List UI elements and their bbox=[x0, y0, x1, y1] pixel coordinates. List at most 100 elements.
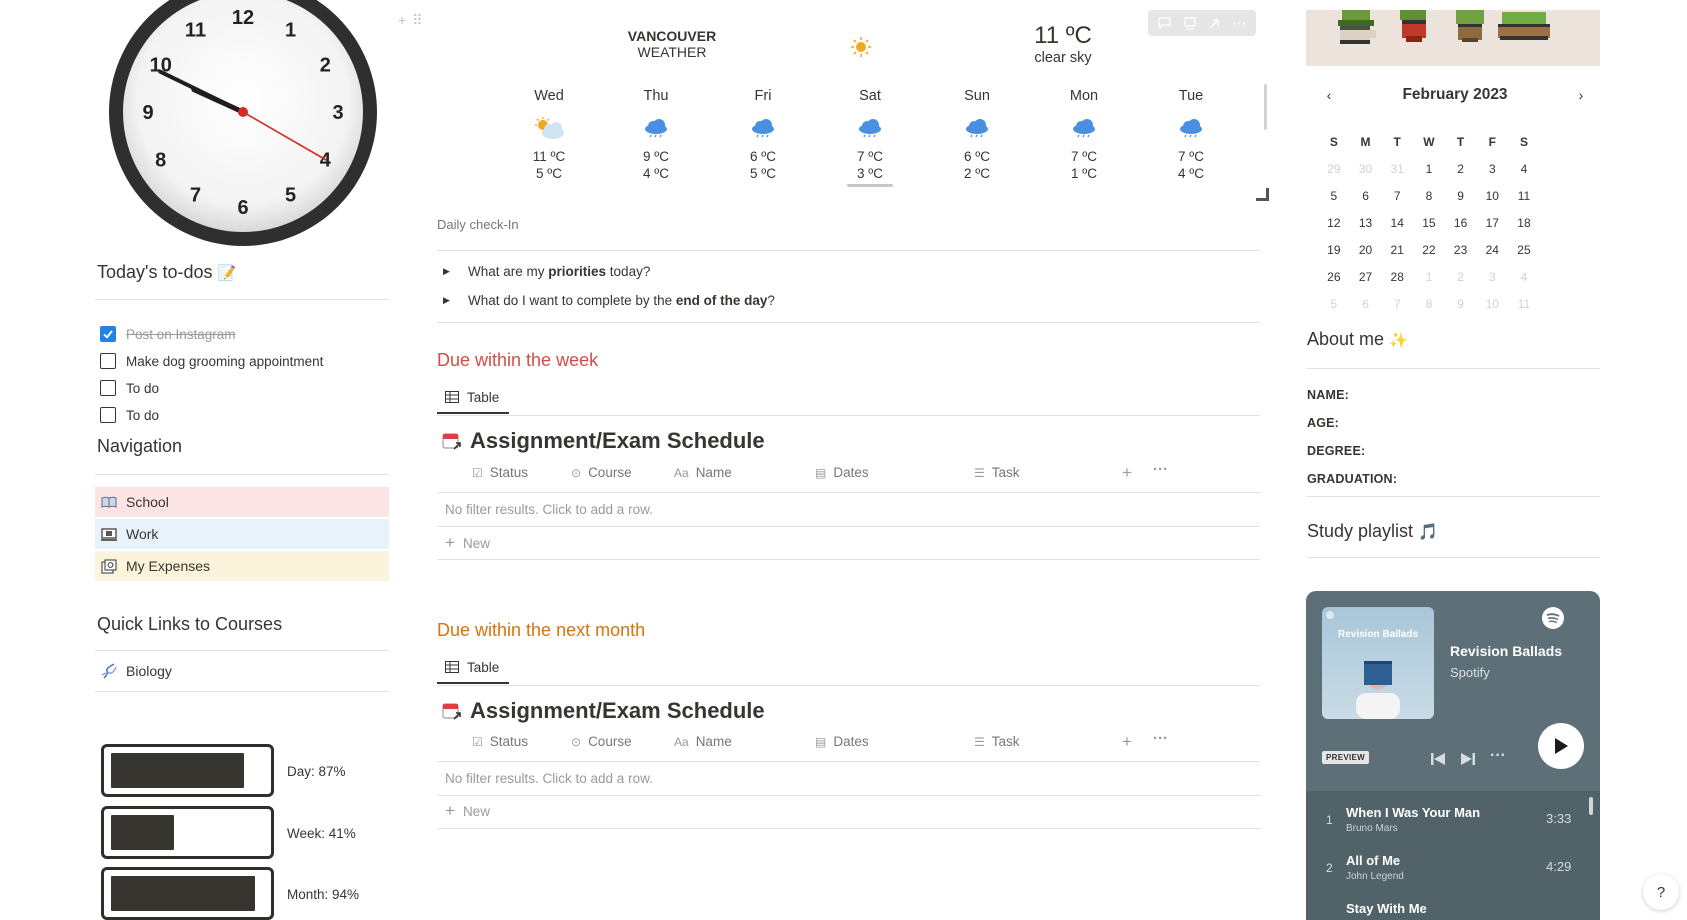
calendar-day[interactable]: 2 bbox=[1445, 270, 1477, 297]
column-dates[interactable]: ▤ Dates bbox=[815, 734, 869, 749]
calendar-day[interactable]: 10 bbox=[1476, 189, 1508, 216]
column-task[interactable]: ☰ Task bbox=[974, 465, 1020, 480]
calendar-day[interactable]: 24 bbox=[1476, 243, 1508, 270]
calendar-day[interactable]: 26 bbox=[1318, 270, 1350, 297]
playlist-name[interactable]: Revision Ballads bbox=[1450, 643, 1562, 659]
calendar-day[interactable]: 1 bbox=[1413, 270, 1445, 297]
more-icon[interactable]: ··· bbox=[1490, 747, 1506, 765]
calendar-day[interactable]: 9 bbox=[1445, 189, 1477, 216]
calendar-day[interactable]: 23 bbox=[1445, 243, 1477, 270]
todo-item[interactable]: To do bbox=[100, 377, 159, 399]
spotify-logo-icon[interactable] bbox=[1542, 607, 1564, 629]
calendar-day[interactable]: 6 bbox=[1350, 297, 1382, 324]
calendar-day[interactable]: 21 bbox=[1381, 243, 1413, 270]
widget-scrollbar[interactable] bbox=[1264, 84, 1267, 130]
empty-results-message[interactable]: No filter results. Click to add a row. bbox=[445, 502, 653, 517]
column-name[interactable]: Aa Name bbox=[674, 734, 732, 749]
todo-item[interactable]: To do bbox=[100, 404, 159, 426]
track-row[interactable]: 1 When I Was Your Man Bruno Mars 3:33 bbox=[1306, 797, 1600, 841]
calendar-day[interactable]: 12 bbox=[1318, 216, 1350, 243]
quick-link-biology[interactable]: Biology bbox=[95, 656, 389, 686]
calendar-day[interactable]: 13 bbox=[1350, 216, 1382, 243]
calendar-day[interactable]: 8 bbox=[1413, 189, 1445, 216]
album-art[interactable]: Revision Ballads bbox=[1322, 607, 1434, 719]
todo-item[interactable]: Post on Instagram bbox=[100, 323, 236, 345]
calendar-day[interactable]: 16 bbox=[1445, 216, 1477, 243]
toggle-arrow-icon[interactable]: ▶ bbox=[443, 295, 455, 306]
calendar-day[interactable]: 5 bbox=[1318, 297, 1350, 324]
calendar-day[interactable]: 3 bbox=[1476, 270, 1508, 297]
help-button[interactable]: ? bbox=[1643, 874, 1679, 910]
calendar-day[interactable]: 22 bbox=[1413, 243, 1445, 270]
drag-handle-icon[interactable]: ⠿ bbox=[412, 12, 422, 29]
checkbox[interactable] bbox=[100, 353, 116, 369]
tab-table[interactable]: Table bbox=[437, 652, 509, 684]
toggle-arrow-icon[interactable]: ▶ bbox=[443, 266, 455, 277]
todo-item[interactable]: Make dog grooming appointment bbox=[100, 350, 323, 372]
toggle-priorities[interactable]: ▶ What are my priorities today? bbox=[443, 264, 650, 279]
block-handle[interactable]: + ⠿ bbox=[398, 12, 422, 29]
add-block-icon[interactable]: + bbox=[398, 12, 406, 29]
calendar-day[interactable]: 7 bbox=[1381, 297, 1413, 324]
column-task[interactable]: ☰ Task bbox=[974, 734, 1020, 749]
column-course[interactable]: ⊙ Course bbox=[571, 734, 632, 749]
new-row-button[interactable]: + New bbox=[445, 801, 490, 821]
track-row[interactable]: Stay With Me bbox=[1306, 893, 1600, 920]
calendar-day[interactable]: 4 bbox=[1508, 162, 1540, 189]
calendar-day[interactable]: 14 bbox=[1381, 216, 1413, 243]
calendar-day[interactable]: 9 bbox=[1445, 297, 1477, 324]
calendar-day[interactable]: 25 bbox=[1508, 243, 1540, 270]
checkbox[interactable] bbox=[100, 380, 116, 396]
calendar-day[interactable]: 11 bbox=[1508, 189, 1540, 216]
column-name[interactable]: Aa Name bbox=[674, 465, 732, 480]
calendar-day[interactable]: 29 bbox=[1318, 162, 1350, 189]
previous-track-icon[interactable] bbox=[1431, 752, 1445, 768]
add-column-icon[interactable]: + bbox=[1122, 732, 1132, 752]
calendar-day[interactable]: 20 bbox=[1350, 243, 1382, 270]
calendar-day[interactable]: 18 bbox=[1508, 216, 1540, 243]
calendar-day[interactable]: 10 bbox=[1476, 297, 1508, 324]
tab-table[interactable]: Table bbox=[437, 382, 509, 414]
calendar-day[interactable]: 30 bbox=[1350, 162, 1382, 189]
next-track-icon[interactable] bbox=[1461, 752, 1475, 768]
calendar-day[interactable]: 4 bbox=[1508, 270, 1540, 297]
column-dates[interactable]: ▤ Dates bbox=[815, 465, 869, 480]
more-options-icon[interactable]: ··· bbox=[1153, 730, 1168, 747]
calendar-day[interactable]: 15 bbox=[1413, 216, 1445, 243]
track-row[interactable]: 2 All of Me John Legend 4:29 bbox=[1306, 845, 1600, 889]
calendar-day[interactable]: 7 bbox=[1381, 189, 1413, 216]
calendar-day[interactable]: 28 bbox=[1381, 270, 1413, 297]
open-external-icon[interactable] bbox=[1205, 13, 1225, 33]
calendar-day[interactable]: 27 bbox=[1350, 270, 1382, 297]
calendar-day[interactable]: 6 bbox=[1350, 189, 1382, 216]
calendar-day[interactable]: 31 bbox=[1381, 162, 1413, 189]
more-options-icon[interactable]: ··· bbox=[1153, 461, 1168, 478]
prev-month-icon[interactable]: ‹ bbox=[1322, 87, 1336, 103]
comment-icon[interactable] bbox=[1155, 13, 1175, 33]
calendar-day[interactable]: 19 bbox=[1318, 243, 1350, 270]
more-icon[interactable]: ··· bbox=[1230, 13, 1250, 33]
calendar-day[interactable]: 3 bbox=[1476, 162, 1508, 189]
calendar-day[interactable]: 8 bbox=[1413, 297, 1445, 324]
column-status[interactable]: ☑ Status bbox=[472, 734, 528, 749]
nav-item-work[interactable]: Work bbox=[95, 519, 389, 549]
resize-handle-icon[interactable] bbox=[1256, 188, 1269, 201]
calendar-day[interactable]: 11 bbox=[1508, 297, 1540, 324]
new-row-button[interactable]: + New bbox=[445, 533, 490, 553]
calendar-day[interactable]: 1 bbox=[1413, 162, 1445, 189]
play-button[interactable] bbox=[1538, 723, 1584, 769]
checkbox[interactable] bbox=[100, 407, 116, 423]
checkbox-checked[interactable] bbox=[100, 326, 116, 342]
database-title[interactable]: Assignment/Exam Schedule bbox=[442, 698, 765, 724]
calendar-day[interactable]: 17 bbox=[1476, 216, 1508, 243]
empty-results-message[interactable]: No filter results. Click to add a row. bbox=[445, 771, 653, 786]
nav-item-school[interactable]: School bbox=[95, 487, 389, 517]
database-title[interactable]: Assignment/Exam Schedule bbox=[442, 428, 765, 454]
next-month-icon[interactable]: › bbox=[1574, 87, 1588, 103]
add-column-icon[interactable]: + bbox=[1122, 463, 1132, 483]
column-course[interactable]: ⊙ Course bbox=[571, 465, 632, 480]
calendar-day[interactable]: 2 bbox=[1445, 162, 1477, 189]
caption-icon[interactable] bbox=[1180, 13, 1200, 33]
toggle-end-of-day[interactable]: ▶ What do I want to complete by the end … bbox=[443, 293, 775, 308]
column-status[interactable]: ☑ Status bbox=[472, 465, 528, 480]
